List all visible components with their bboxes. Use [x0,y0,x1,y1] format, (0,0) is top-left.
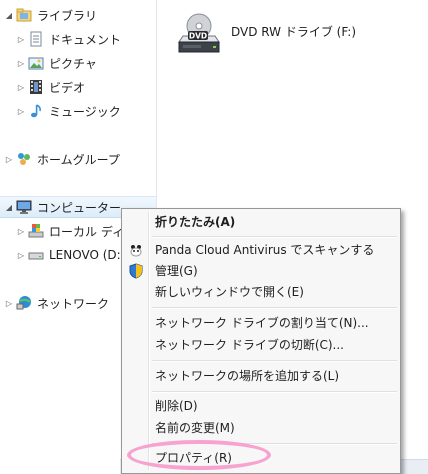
nav-label: ホームグループ [37,152,120,167]
menu-item-collapse[interactable]: 折りたたみ(A) [155,212,235,233]
collapsed-arrow-icon[interactable]: ▷ [4,155,14,164]
collapsed-arrow-icon[interactable]: ▷ [16,59,26,68]
nav-item-pictures[interactable]: ▷ ピクチャ [16,52,97,74]
menu-gutter [148,212,150,470]
nav-label: ローカル ディ [49,224,124,239]
collapsed-arrow-icon[interactable]: ▷ [16,227,26,236]
nav-item-homegroup[interactable]: ▷ ホームグループ [4,148,120,170]
music-icon [28,103,44,119]
menu-separator [152,236,397,238]
computer-icon [16,199,32,215]
nav-item-computer[interactable]: ◢ コンピューター [4,196,121,218]
menu-item-open-new-window[interactable]: 新しいウィンドウで開く(E) [155,282,304,303]
nav-item-lenovo-drive[interactable]: ▷ LENOVO (D: [16,244,121,266]
menu-item-panda-scan[interactable]: Panda Cloud Antivirus でスキャンする [155,240,374,261]
nav-item-documents[interactable]: ▷ ドキュメント [16,28,121,50]
panda-antivirus-icon [128,242,144,258]
nav-item-videos[interactable]: ▷ ビデオ [16,76,85,98]
dvd-badge: DVD [189,32,207,41]
expanded-arrow-icon[interactable]: ◢ [4,203,14,212]
menu-separator [152,391,397,393]
dvd-drive-item[interactable]: DVD DVD RW ドライブ (F:) [175,12,356,63]
menu-item-map-network-drive[interactable]: ネットワーク ドライブの割り当て(N)... [155,313,369,334]
nav-label: コンピューター [37,200,122,215]
menu-item-disconnect-network-drive[interactable]: ネットワーク ドライブの切断(C)... [155,335,344,356]
nav-item-library[interactable]: ◢ ライブラリ [4,4,97,26]
windows-drive-icon [28,223,44,239]
collapsed-arrow-icon[interactable]: ▷ [4,299,14,308]
hard-drive-icon [28,247,44,263]
dvd-drive-label: DVD RW ドライブ (F:) [231,25,357,39]
videos-icon [28,79,44,95]
collapsed-arrow-icon[interactable]: ▷ [16,83,26,92]
nav-item-music[interactable]: ▷ ミュージック [16,100,121,122]
uac-shield-icon [128,263,144,279]
menu-item-add-network-location[interactable]: ネットワークの場所を追加する(L) [155,366,339,387]
nav-label: ミュージック [49,104,121,119]
nav-label: ピクチャ [49,56,97,71]
network-icon [16,295,32,311]
nav-label: ネットワーク [37,296,110,311]
nav-label: LENOVO (D: [49,248,121,262]
nav-item-local-disk[interactable]: ▷ ローカル ディ [16,220,124,242]
menu-item-manage[interactable]: 管理(G) [155,261,198,282]
collapsed-arrow-icon[interactable]: ▷ [16,35,26,44]
nav-item-network[interactable]: ▷ ネットワーク [4,292,109,314]
pink-highlight-ring [127,440,271,470]
nav-label: ビデオ [49,80,86,95]
collapsed-arrow-icon[interactable]: ▷ [16,251,26,260]
dvd-drive-icon: DVD [175,12,223,63]
library-folder-icon [16,7,32,23]
expanded-arrow-icon[interactable]: ◢ [4,11,14,20]
nav-label: ドキュメント [49,32,122,47]
nav-label: ライブラリ [37,8,98,23]
context-menu: 折りたたみ(A) Panda Cloud Antivirus でスキャンする 管… [121,208,401,474]
collapsed-arrow-icon[interactable]: ▷ [16,107,26,116]
pictures-icon [28,55,44,71]
menu-separator [152,307,397,309]
menu-separator [152,360,397,362]
menu-item-rename[interactable]: 名前の変更(M) [155,418,235,439]
homegroup-icon [16,151,32,167]
documents-icon [28,31,44,47]
menu-item-delete[interactable]: 削除(D) [155,396,198,417]
